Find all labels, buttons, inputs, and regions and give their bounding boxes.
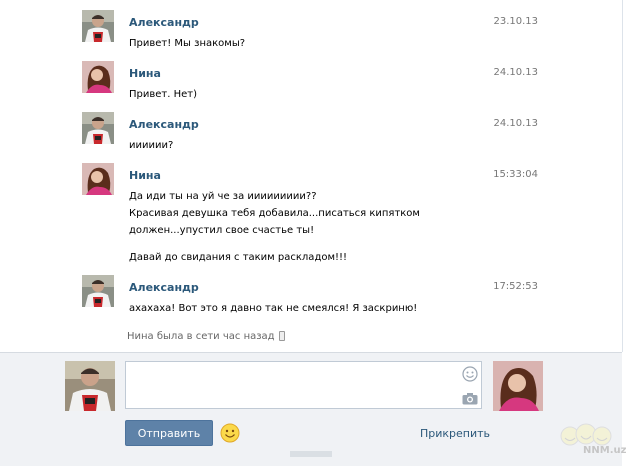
author-avatar[interactable]: [82, 112, 114, 144]
compose-panel: Отправить Прикрепить: [0, 352, 622, 466]
my-avatar[interactable]: [65, 361, 115, 411]
message-date: 15:33:04: [493, 169, 538, 180]
send-button[interactable]: Отправить: [125, 420, 213, 446]
message-date: 24.10.13: [493, 118, 538, 129]
message-text: Привет! Мы знакомы?: [129, 38, 246, 49]
resize-handle[interactable]: [290, 451, 332, 457]
message-item: Нина 24.10.13 Привет. Нет): [82, 61, 538, 101]
message-author[interactable]: Александр: [129, 16, 199, 30]
message-author[interactable]: Александр: [129, 118, 199, 132]
message-text: должен...упустил свое счастье ты!: [129, 225, 315, 236]
message-author[interactable]: Нина: [129, 67, 161, 81]
message-item: Александр 24.10.13 ииииии?: [82, 112, 538, 152]
message-item: Нина 15:33:04 Да иди ты на уй че за ииии…: [82, 163, 538, 263]
peer-avatar[interactable]: [493, 361, 543, 411]
message-text: Красивая девушка тебя добавила...писатьс…: [129, 208, 420, 219]
online-status-text: Нина была в сети час назад: [127, 331, 275, 342]
online-status: Нина была в сети час назад: [127, 330, 285, 344]
attach-link[interactable]: Прикрепить: [420, 427, 490, 441]
message-text: Давай до свидания с таким раскладом!!!: [129, 252, 348, 263]
message-date: 17:52:53: [493, 281, 538, 292]
message-text: Привет. Нет): [129, 89, 197, 100]
author-avatar[interactable]: [82, 275, 114, 307]
message-author[interactable]: Александр: [129, 281, 199, 295]
message-text: Да иди ты на уй че за иииииииии??: [129, 191, 317, 202]
message-input-box[interactable]: [125, 361, 482, 409]
message-history[interactable]: Александр 23.10.13 Привет! Мы знакомы? Н…: [0, 0, 622, 352]
message-author[interactable]: Нина: [129, 169, 161, 183]
camera-icon[interactable]: [462, 392, 478, 405]
author-avatar[interactable]: [82, 61, 114, 93]
smile-icon[interactable]: [462, 366, 478, 382]
message-date: 24.10.13: [493, 67, 538, 78]
watermark-text: NNM.uz: [583, 445, 627, 456]
scroll-edge: [622, 0, 623, 352]
message-item: Александр 23.10.13 Привет! Мы знакомы?: [82, 10, 538, 50]
author-avatar[interactable]: [82, 10, 114, 42]
message-date: 23.10.13: [493, 16, 538, 27]
message-item: Александр 17:52:53 ахахаха! Вот это я да…: [82, 275, 538, 315]
message-text: ииииии?: [129, 140, 174, 151]
message-text: ахахаха! Вот это я давно так не смеялся!…: [129, 303, 418, 314]
author-avatar[interactable]: [82, 163, 114, 195]
mobile-phone-icon: [278, 331, 285, 341]
emoji-icon[interactable]: [220, 423, 240, 443]
message-input[interactable]: [126, 362, 456, 408]
